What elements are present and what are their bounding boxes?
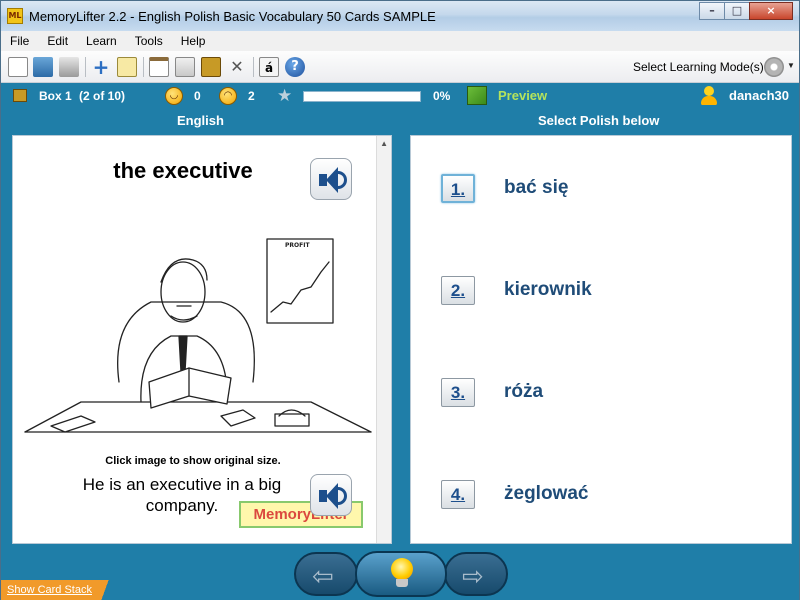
answer-text[interactable]: żeglować — [504, 483, 588, 505]
lightbulb-icon — [391, 558, 413, 580]
answer-option[interactable]: 4. żeglować — [441, 480, 781, 512]
card-image[interactable]: PROFIT — [21, 232, 376, 452]
new-icon[interactable] — [8, 57, 28, 77]
menu-edit[interactable]: Edit — [38, 34, 77, 48]
title-bar: ML MemoryLifter 2.2 - English Polish Bas… — [1, 1, 799, 31]
progress-label: 0% — [433, 89, 451, 103]
preview-button[interactable]: Preview — [498, 88, 547, 103]
toolbar: + ✕ á ? Select Learning Mode(s) ▼ — [1, 51, 799, 83]
show-card-stack-link[interactable]: Show Card Stack — [1, 580, 125, 600]
add-card-icon[interactable]: + — [91, 57, 111, 77]
box-label: Box 1 — [39, 89, 72, 103]
left-column-header: English — [177, 113, 224, 128]
open-icon[interactable] — [33, 57, 53, 77]
wrong-count: 2 — [248, 89, 255, 103]
print-icon[interactable] — [59, 57, 79, 77]
question-panel: the executive PROFIT Click image to show… — [12, 135, 392, 544]
special-char-icon[interactable]: á — [259, 57, 279, 77]
user-name: danach30 — [729, 88, 789, 103]
answer-option[interactable]: 3. róża — [441, 378, 781, 410]
answers-panel: 1. bać się 2. kierownik 3. róża 4. żeglo… — [410, 135, 792, 544]
edit-icon[interactable] — [117, 57, 137, 77]
answer-number-button[interactable]: 1. — [441, 174, 475, 203]
answer-text[interactable]: bać się — [504, 177, 568, 199]
box-icon — [13, 89, 27, 102]
correct-count: 0 — [194, 89, 201, 103]
progress-bar — [303, 91, 421, 102]
chart-sign: PROFIT — [285, 242, 310, 249]
user-icon — [701, 86, 717, 106]
menu-tools[interactable]: Tools — [126, 34, 172, 48]
toolbar-divider — [85, 57, 86, 77]
minimize-button[interactable]: – — [699, 2, 725, 20]
hint-button[interactable] — [355, 551, 447, 597]
answer-number-button[interactable]: 2. — [441, 276, 475, 305]
next-button[interactable]: ⇨ — [444, 552, 508, 596]
arrow-left-icon: ⇦ — [312, 562, 334, 592]
status-bar: Box 1 (2 of 10) ◡ 0 ◠ 2 ★ 0% Preview dan… — [1, 83, 799, 109]
scroll-up-icon[interactable]: ▲ — [380, 139, 388, 148]
statistics-icon[interactable] — [175, 57, 195, 77]
smile-happy-icon: ◡ — [165, 87, 183, 105]
smile-sad-icon: ◠ — [219, 87, 237, 105]
answer-number-button[interactable]: 4. — [441, 480, 475, 509]
gear-icon[interactable] — [764, 57, 784, 77]
window-title: MemoryLifter 2.2 - English Polish Basic … — [29, 9, 436, 24]
presentation-icon[interactable] — [149, 57, 169, 77]
close-button[interactable]: × — [749, 2, 793, 20]
previous-button[interactable]: ⇦ — [294, 552, 358, 596]
speaker-icon — [337, 171, 347, 189]
app-window: ML MemoryLifter 2.2 - English Polish Bas… — [0, 0, 800, 600]
play-question-audio-button[interactable] — [310, 158, 352, 200]
learning-mode-label[interactable]: Select Learning Mode(s) — [633, 60, 764, 74]
show-card-stack-label[interactable]: Show Card Stack — [7, 584, 92, 596]
image-caption[interactable]: Click image to show original size. — [13, 455, 373, 467]
answer-number-button[interactable]: 3. — [441, 378, 475, 407]
speaker-icon — [337, 487, 347, 505]
tools-icon[interactable]: ✕ — [227, 57, 247, 77]
answer-option[interactable]: 2. kierownik — [441, 276, 781, 308]
question-text: the executive — [113, 158, 253, 183]
menu-bar: File Edit Learn Tools Help — [1, 31, 799, 51]
menu-help[interactable]: Help — [172, 34, 215, 48]
box-count: (2 of 10) — [79, 89, 126, 103]
right-column-header: Select Polish below — [538, 113, 660, 128]
star-icon: ★ — [277, 86, 293, 105]
menu-learn[interactable]: Learn — [77, 34, 126, 48]
play-example-audio-button[interactable] — [310, 474, 352, 516]
answer-text[interactable]: kierownik — [504, 279, 592, 301]
answer-text[interactable]: róża — [504, 381, 543, 403]
preview-icon[interactable] — [467, 86, 487, 105]
toolbar-divider — [253, 57, 254, 77]
chevron-down-icon[interactable]: ▼ — [787, 61, 795, 70]
maximize-button[interactable]: □ — [724, 2, 750, 20]
answer-option[interactable]: 1. bać się — [441, 174, 781, 206]
menu-file[interactable]: File — [1, 34, 38, 48]
help-icon[interactable]: ? — [285, 57, 305, 77]
scrollbar[interactable]: ▲ — [376, 136, 391, 543]
app-logo-icon: ML — [7, 8, 23, 24]
toolbar-divider — [143, 57, 144, 77]
arrow-right-icon: ⇨ — [462, 562, 484, 592]
card-box-icon[interactable] — [201, 57, 221, 77]
